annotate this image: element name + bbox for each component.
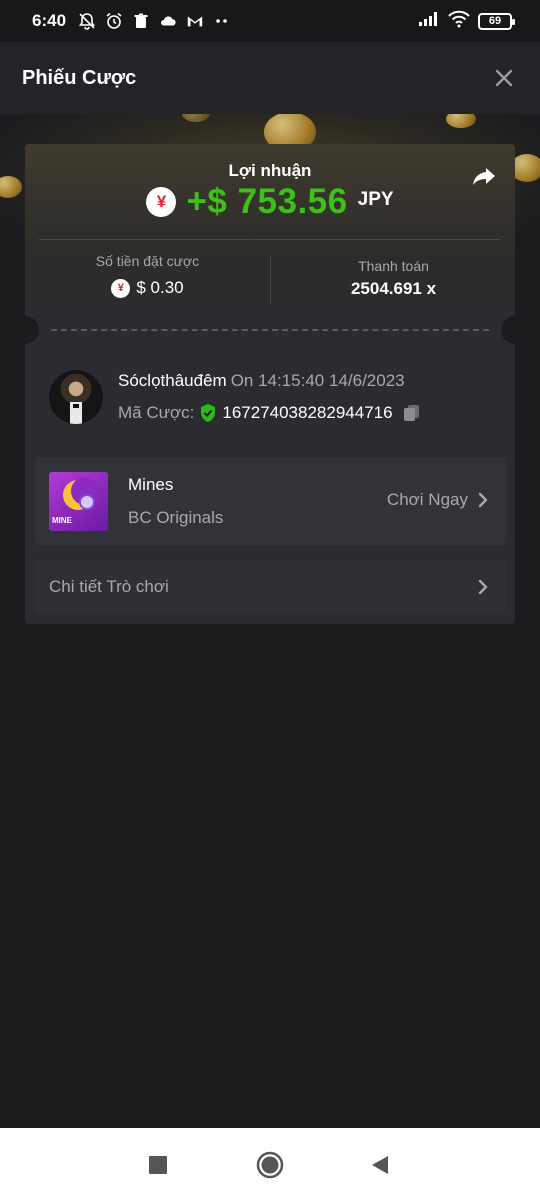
coin-decoration: [446, 114, 476, 128]
close-icon: [495, 69, 513, 87]
chevron-right-icon: [478, 579, 488, 594]
chevron-right-icon: [478, 492, 488, 508]
verified-shield-icon: [201, 404, 216, 422]
profit-currency: JPY: [357, 189, 394, 210]
payout-label: Thanh toán: [358, 258, 429, 274]
status-bar: 6:40 69: [0, 0, 540, 42]
share-icon: [473, 168, 495, 185]
coin-decoration: [182, 114, 210, 122]
share-button[interactable]: [469, 162, 499, 192]
circle-icon: [256, 1151, 284, 1179]
bet-id-line: Mã Cược: 167274038282944716: [118, 403, 422, 423]
yen-coin-icon: ¥: [111, 278, 131, 298]
user-info: Sóclọthâuđêm On 14:15:40 14/6/2023 Mã Cượ…: [49, 368, 509, 428]
navigation-bar: [0, 1128, 540, 1200]
user-line: Sóclọthâuđêm On 14:15:40 14/6/2023: [118, 371, 405, 391]
coin-decoration: [0, 176, 22, 198]
payout-value: 2504.691 x: [350, 279, 437, 298]
bet-slip-card: Lợi nhuận ¥ +$ 753.56 JPY Số tiền đặt cư…: [11, 144, 529, 624]
back-triangle-icon: [372, 1156, 388, 1174]
avatar-tie: [73, 404, 79, 408]
gmail-icon: [186, 12, 204, 30]
game-name: Mines: [128, 475, 174, 494]
payout-value-row: 2504.691 x: [271, 279, 516, 299]
signal-icon: [418, 11, 440, 32]
profit-row: ¥ +$ 753.56 JPY: [25, 182, 515, 222]
alarm-icon: [105, 12, 123, 30]
bet-id-label: Mã Cược:: [118, 403, 195, 422]
bet-time: On 14:15:40 14/6/2023: [230, 371, 405, 390]
status-icons-right: 69: [418, 10, 515, 33]
status-icons-left: [78, 12, 231, 30]
battery-icon: 69: [478, 12, 515, 30]
thumbnail-gem: [79, 494, 95, 510]
payout-stat: Thanh toán 2504.691 x: [271, 253, 516, 299]
bet-amount-stat: Số tiền đặt cược ¥ $ 0.30: [25, 253, 270, 298]
profit-amount: +$ 753.56: [186, 182, 348, 221]
bet-amount-value-row: ¥ $ 0.30: [25, 278, 270, 298]
bet-amount-value: $ 0.30: [136, 278, 184, 297]
header: Phiếu Cược: [0, 42, 540, 114]
recent-apps-button[interactable]: [143, 1150, 173, 1180]
cloud-icon: [159, 12, 177, 30]
trash-icon: [132, 12, 150, 30]
bell-off-icon: [78, 12, 96, 30]
avatar[interactable]: [49, 370, 103, 424]
wifi-icon: [448, 10, 470, 33]
ticket-notch: [11, 316, 39, 344]
status-time: 6:40: [32, 11, 67, 30]
ticket-notch: [501, 316, 529, 344]
copy-icon: [403, 405, 419, 421]
bet-amount-label: Số tiền đặt cược: [95, 253, 200, 269]
profit-label: Lợi nhuận: [228, 161, 312, 180]
home-button[interactable]: [255, 1150, 285, 1180]
profit-section: Lợi nhuận ¥ +$ 753.56 JPY Số tiền đặt cư…: [25, 144, 515, 320]
game-thumbnail: MINE: [49, 472, 108, 531]
copy-button[interactable]: [402, 403, 422, 423]
back-button[interactable]: [365, 1150, 395, 1180]
username[interactable]: Sóclọthâuđêm: [118, 371, 227, 390]
close-button[interactable]: [490, 64, 518, 92]
game-provider: BC Originals: [128, 508, 224, 527]
game-details-label: Chi tiết Trò chơi: [49, 576, 169, 596]
game-card[interactable]: MINE Mines BC Originals Chơi Ngay: [35, 457, 506, 545]
bet-id: 167274038282944716: [222, 403, 393, 422]
divider: [39, 239, 501, 240]
yen-coin-icon: ¥: [146, 187, 177, 217]
play-now-button[interactable]: Chơi Ngay: [387, 490, 488, 510]
thumbnail-tag: MINE: [52, 516, 72, 525]
game-details-row[interactable]: Chi tiết Trò chơi: [35, 560, 506, 613]
play-now-label: Chơi Ngay: [386, 490, 468, 509]
page-title: Phiếu Cược: [22, 66, 137, 89]
more-dots-icon: [213, 12, 231, 30]
dashed-divider: [51, 329, 489, 331]
square-icon: [149, 1156, 167, 1174]
